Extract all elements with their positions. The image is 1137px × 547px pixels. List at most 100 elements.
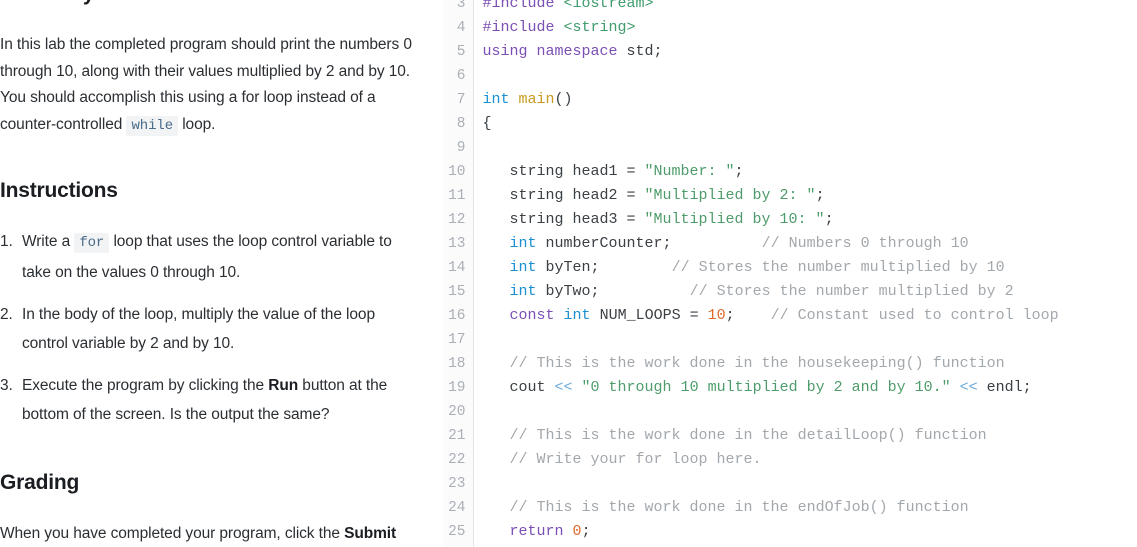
code-line-content[interactable]: { bbox=[473, 112, 1137, 136]
code-token: NUM_LOOPS = bbox=[590, 307, 708, 324]
code-token: ; bbox=[734, 163, 744, 180]
code-token: #include bbox=[482, 19, 555, 36]
code-token: ; bbox=[824, 211, 834, 228]
code-token: ; bbox=[815, 187, 825, 204]
code-token: << bbox=[959, 379, 978, 396]
code-line[interactable]: 10 string head1 = "Number: "; bbox=[443, 160, 1137, 184]
code-line[interactable]: 15 int byTwo; // Stores the number multi… bbox=[443, 280, 1137, 304]
code-line[interactable]: 20 bbox=[443, 400, 1137, 424]
code-line[interactable]: 8{ bbox=[443, 112, 1137, 136]
code-line[interactable]: 7 int main() bbox=[443, 88, 1137, 112]
code-line-content[interactable]: return 0; bbox=[473, 520, 1137, 544]
code-line-content[interactable]: int main() bbox=[473, 88, 1137, 112]
code-token: const bbox=[509, 307, 555, 324]
code-line[interactable]: 18 // This is the work done in the house… bbox=[443, 352, 1137, 376]
code-line-content[interactable]: int byTwo; // Stores the number multipli… bbox=[473, 280, 1137, 304]
summary-heading: Summary bbox=[0, 0, 421, 6]
code-editor-lines: 3 #include <iostream> 4 #include <string> 5 u… bbox=[443, 0, 1137, 547]
code-token: () bbox=[554, 91, 573, 108]
code-line[interactable]: 4 #include <string> bbox=[443, 16, 1137, 40]
code-line-content[interactable]: using namespace std; bbox=[473, 40, 1137, 64]
line-number: 15 bbox=[443, 280, 474, 304]
line-number: 10 bbox=[443, 160, 474, 184]
code-line-content[interactable] bbox=[473, 328, 1137, 352]
list-item: In the body of the loop, multiply the va… bbox=[0, 300, 421, 358]
code-token: byTen; bbox=[536, 259, 672, 276]
code-line-content[interactable] bbox=[473, 64, 1137, 88]
code-token: int bbox=[482, 91, 510, 108]
code-token: numberCounter; bbox=[536, 235, 762, 252]
code-line[interactable]: 3 #include <iostream> bbox=[443, 0, 1137, 16]
code-line-content[interactable] bbox=[473, 136, 1137, 160]
code-token: "Multiplied by 2: " bbox=[644, 187, 816, 204]
code-token: std; bbox=[617, 43, 663, 60]
code-line[interactable]: 24 // This is the work done in the endOf… bbox=[443, 496, 1137, 520]
code-token: string head3 = bbox=[482, 211, 645, 228]
step-1-pre: Write a bbox=[22, 233, 75, 250]
code-line-content[interactable]: int numberCounter; // Numbers 0 through … bbox=[473, 232, 1137, 256]
code-line-content[interactable]: string head1 = "Number: "; bbox=[473, 160, 1137, 184]
code-line[interactable]: 21 // This is the work done in the detai… bbox=[443, 424, 1137, 448]
code-line[interactable]: 19 cout << "0 through 10 multiplied by 2… bbox=[443, 376, 1137, 400]
code-line-content[interactable]: int byTen; // Stores the number multipli… bbox=[473, 256, 1137, 280]
code-token: int bbox=[509, 259, 537, 276]
code-line[interactable]: 5 using namespace std; bbox=[443, 40, 1137, 64]
code-token: <iostream> bbox=[563, 0, 654, 12]
code-token: cout bbox=[482, 379, 555, 396]
code-line[interactable]: 22 // Write your for loop here. bbox=[443, 448, 1137, 472]
line-number: 22 bbox=[443, 448, 474, 472]
code-line[interactable]: 12 string head3 = "Multiplied by 10: "; bbox=[443, 208, 1137, 232]
line-number: 24 bbox=[443, 496, 474, 520]
code-line-content[interactable]: // This is the work done in the housekee… bbox=[473, 352, 1137, 376]
code-line[interactable]: 6 bbox=[443, 64, 1137, 88]
code-line-content[interactable]: #include <string> bbox=[473, 16, 1137, 40]
code-line-content[interactable]: // This is the work done in the endOfJob… bbox=[473, 496, 1137, 520]
line-number: 11 bbox=[443, 184, 474, 208]
code-line-content[interactable]: string head3 = "Multiplied by 10: "; bbox=[473, 208, 1137, 232]
lab-exercise-screen: Summary In this lab the completed progra… bbox=[0, 0, 1137, 547]
code-token: // Constant used to control loop bbox=[770, 307, 1059, 324]
code-line-content[interactable] bbox=[473, 400, 1137, 424]
submit-button-mention: Submit bbox=[344, 525, 397, 542]
code-token: { bbox=[482, 115, 492, 132]
code-line-content[interactable]: cout << "0 through 10 multiplied by 2 an… bbox=[473, 376, 1137, 400]
line-number: 12 bbox=[443, 208, 474, 232]
line-number: 16 bbox=[443, 304, 474, 328]
code-line-content[interactable]: // Write your for loop here. bbox=[473, 448, 1137, 472]
run-button-mention: Run bbox=[268, 377, 299, 394]
line-number: 5 bbox=[443, 40, 474, 64]
line-number: 25 bbox=[443, 520, 474, 544]
code-line-content[interactable]: const int NUM_LOOPS = 10; // Constant us… bbox=[473, 304, 1137, 328]
code-line[interactable]: 14 int byTen; // Stores the number multi… bbox=[443, 256, 1137, 280]
code-line[interactable]: 17 bbox=[443, 328, 1137, 352]
code-line[interactable]: 9 bbox=[443, 136, 1137, 160]
code-token: int bbox=[563, 307, 591, 324]
code-line[interactable]: 23 bbox=[443, 472, 1137, 496]
code-token: using bbox=[482, 43, 528, 60]
code-line[interactable]: 13 int numberCounter; // Numbers 0 throu… bbox=[443, 232, 1137, 256]
code-line-content[interactable]: // This is the work done in the detailLo… bbox=[473, 424, 1137, 448]
code-line-content[interactable] bbox=[473, 472, 1137, 496]
code-line[interactable]: 16 const int NUM_LOOPS = 10; // Constant… bbox=[443, 304, 1137, 328]
code-token: // Stores the number multiplied by 2 bbox=[689, 283, 1014, 300]
instructions-list: Write a for loop that uses the loop cont… bbox=[0, 227, 421, 429]
step-2-text: In the body of the loop, multiply the va… bbox=[22, 306, 375, 352]
code-editor-panel[interactable]: 3 #include <iostream> 4 #include <string> 5 u… bbox=[443, 0, 1137, 547]
summary-text-part-2: loop. bbox=[178, 115, 216, 133]
code-line-content[interactable]: string head2 = "Multiplied by 2: "; bbox=[473, 184, 1137, 208]
code-line[interactable]: 25 return 0; bbox=[443, 520, 1137, 544]
code-line[interactable]: 11 string head2 = "Multiplied by 2: "; bbox=[443, 184, 1137, 208]
line-number: 21 bbox=[443, 424, 474, 448]
code-line-content[interactable]: #include <iostream> bbox=[473, 0, 1137, 16]
